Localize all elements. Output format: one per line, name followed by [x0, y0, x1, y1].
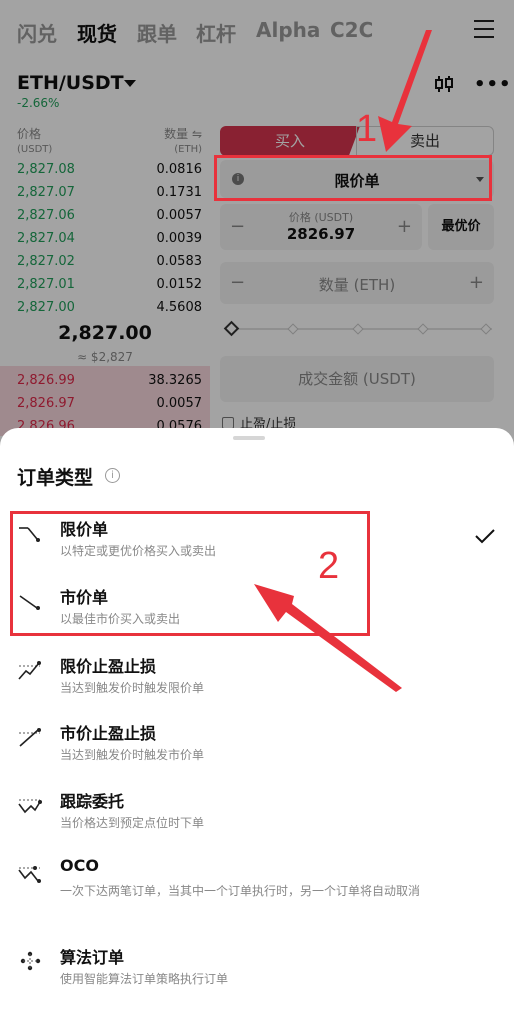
- checkmark-icon: [475, 529, 495, 544]
- stop-limit-icon: [18, 661, 41, 680]
- trailing-icon: [18, 799, 42, 814]
- option-oco[interactable]: OCO 一次下达两笔订单，当其中一个订单执行时，另一个订单将自动取消: [0, 856, 514, 914]
- option-desc: 一次下达两笔订单，当其中一个订单执行时，另一个订单将自动取消: [60, 884, 421, 898]
- annotation-box-options: [10, 511, 370, 636]
- sheet-title: 订单类型: [17, 467, 94, 489]
- option-name: 跟踪委托: [60, 792, 125, 811]
- option-name: 市价止盈止损: [60, 724, 157, 743]
- oco-icon: [18, 866, 41, 883]
- annotation-step-1: 1: [356, 108, 378, 150]
- option-name: OCO: [60, 856, 99, 875]
- option-algo-order[interactable]: 算法订单 使用智能算法订单策略执行订单: [0, 944, 514, 986]
- annotation-step-2: 2: [318, 545, 340, 587]
- option-desc: 当达到触发价时触发市价单: [60, 748, 205, 762]
- option-trailing[interactable]: 跟踪委托 当价格达到预定点位时下单: [0, 788, 514, 830]
- option-desc: 使用智能算法订单策略执行订单: [60, 972, 229, 986]
- option-name: 算法订单: [60, 948, 125, 967]
- option-stop-limit[interactable]: 限价止盈止损 当达到触发价时触发限价单: [0, 653, 514, 695]
- annotation-box-order-type: [214, 155, 492, 201]
- option-desc: 当达到触发价时触发限价单: [60, 681, 205, 695]
- option-stop-market[interactable]: 市价止盈止损 当达到触发价时触发市价单: [0, 720, 514, 762]
- sheet-grabber[interactable]: [233, 436, 265, 440]
- option-desc: 当价格达到预定点位时下单: [60, 816, 205, 830]
- stop-market-icon: [19, 728, 41, 747]
- option-name: 限价止盈止损: [60, 657, 157, 676]
- algo-icon: [20, 951, 41, 971]
- info-icon[interactable]: i: [105, 468, 120, 483]
